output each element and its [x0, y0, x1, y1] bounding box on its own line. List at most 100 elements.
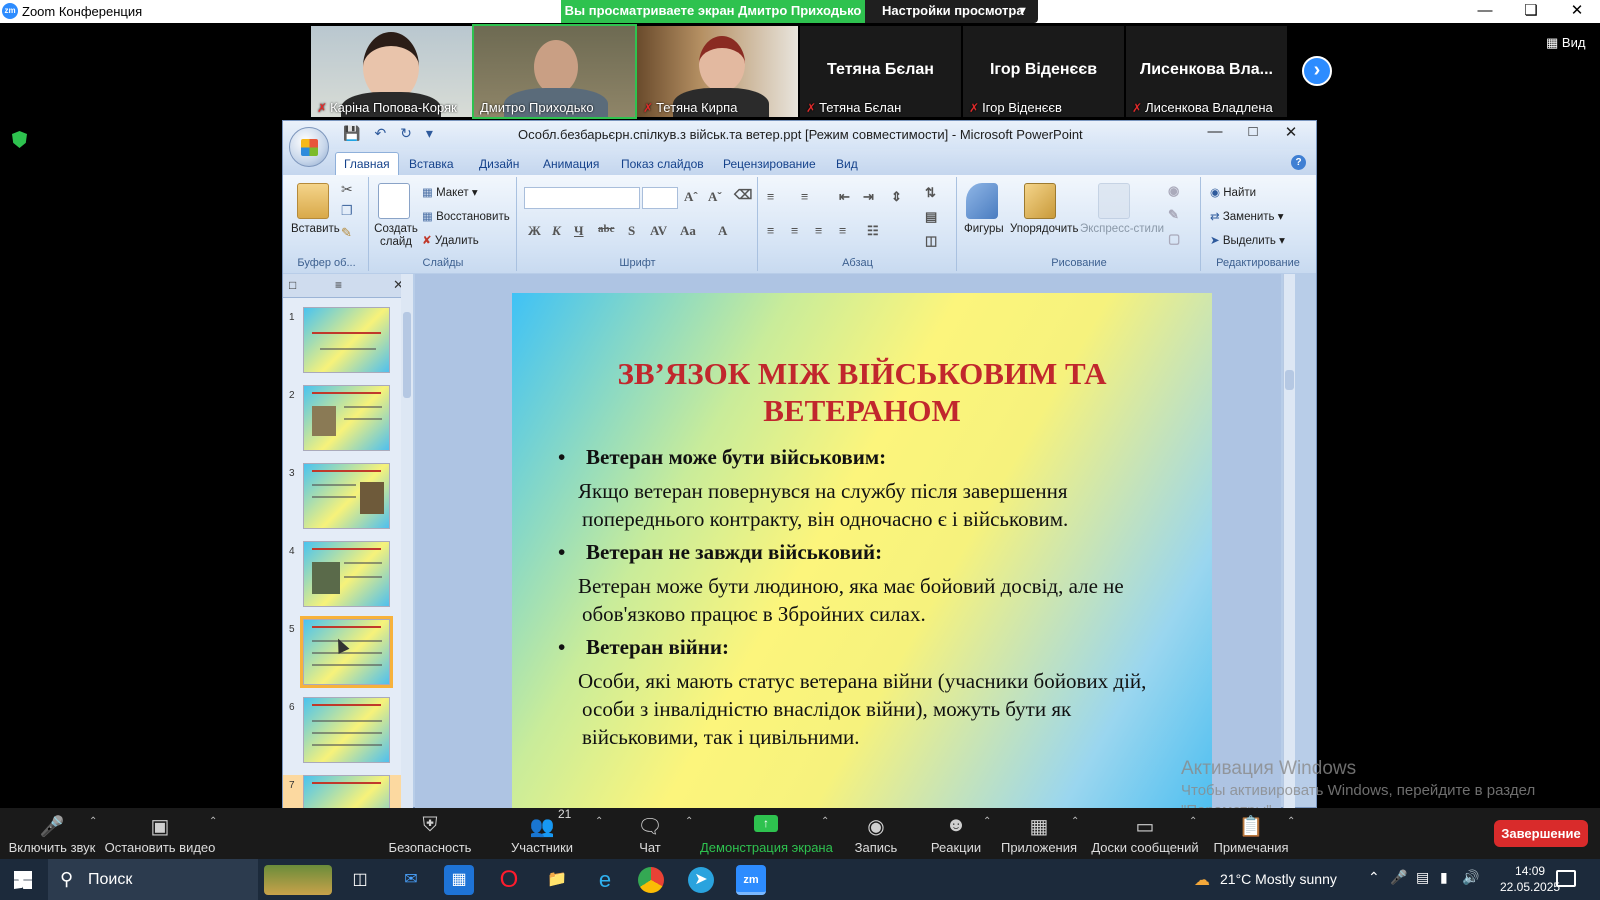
cut-icon[interactable]: ✂ — [341, 181, 353, 198]
quick-styles-button[interactable]: Экспресс-стили — [1080, 223, 1164, 235]
taskbar-search[interactable]: ⚲ Поиск — [48, 859, 258, 900]
decrease-indent-icon[interactable]: ⇤ — [839, 189, 850, 205]
font-color-icon[interactable]: A — [718, 223, 727, 239]
arrange-button[interactable]: Упорядочить — [1010, 223, 1078, 235]
participant-tile[interactable]: Тетяна Бєлан ✗ Тетяна Бєлан — [800, 26, 961, 117]
smartart-icon[interactable]: ◫ — [925, 233, 937, 249]
increase-indent-icon[interactable]: ⇥ — [863, 189, 874, 205]
restore-icon[interactable]: ❏ — [1508, 0, 1554, 23]
slide-thumbnail[interactable] — [303, 463, 390, 529]
spacing-icon[interactable]: AV — [650, 223, 667, 239]
windows-start-icon[interactable] — [14, 871, 32, 889]
slide-thumbnail[interactable] — [303, 541, 390, 607]
ppt-restore-icon[interactable]: □ — [1234, 123, 1272, 140]
encryption-shield-icon[interactable] — [12, 131, 27, 148]
text-direction-icon[interactable]: ⇅ — [925, 185, 936, 201]
system-clock[interactable]: 14:09 22.05.2025 — [1500, 863, 1560, 895]
participant-tile[interactable]: Ігор Віденєєв ✗ Ігор Віденєєв — [963, 26, 1124, 117]
layout-button[interactable]: ▦ Макет ▾ — [422, 185, 478, 199]
participant-tile[interactable]: ✗ Тетяна Кирпа — [637, 26, 798, 117]
chat-button[interactable]: 🗨 Чат — [630, 808, 670, 859]
slide-thumbnail[interactable] — [303, 385, 390, 451]
tab-insert[interactable]: Вставка — [409, 157, 454, 171]
bullets-icon[interactable]: ≡ — [767, 189, 774, 205]
font-name-combo[interactable] — [524, 187, 640, 209]
shape-effects-icon[interactable]: ▢ — [1168, 231, 1180, 247]
search-highlight-icon[interactable] — [264, 865, 332, 895]
tab-animation[interactable]: Анимация — [543, 157, 599, 171]
paste-button[interactable]: Вставить — [291, 223, 340, 235]
weather-text[interactable]: 21°C Mostly sunny — [1220, 871, 1337, 887]
clear-formatting-icon[interactable]: ⌫ — [734, 187, 752, 203]
battery-icon[interactable]: ▮ — [1440, 869, 1448, 886]
stop-video-button[interactable]: ▣ Остановить видео — [104, 808, 216, 859]
strikethrough-icon[interactable]: abc — [598, 223, 615, 235]
redo-icon[interactable]: ↻ — [400, 125, 412, 141]
chat-caret-icon[interactable]: ⌃ — [685, 816, 693, 827]
telegram-icon[interactable]: ➤ — [688, 867, 714, 893]
line-spacing-icon[interactable]: ⇕ — [891, 189, 902, 205]
chrome-icon[interactable] — [638, 867, 664, 893]
reset-button[interactable]: ▦ Восстановить — [422, 209, 510, 223]
network-icon[interactable]: ▤ — [1416, 869, 1429, 886]
whiteboards-caret-icon[interactable]: ⌃ — [1189, 816, 1197, 827]
find-button[interactable]: ◉ Найти — [1210, 185, 1256, 199]
view-button[interactable]: ▦ Вид — [1546, 35, 1585, 51]
share-screen-button[interactable]: ↑ Демонстрация экрана — [700, 808, 833, 859]
end-meeting-button[interactable]: Завершение — [1494, 820, 1588, 847]
office-button[interactable] — [289, 127, 329, 167]
shadow-icon[interactable]: S — [628, 223, 635, 239]
tab-design[interactable]: Дизайн — [479, 157, 519, 171]
video-options-caret-icon[interactable]: ⌃ — [209, 816, 217, 827]
change-case-icon[interactable]: Aa — [680, 223, 696, 239]
italic-icon[interactable]: К — [552, 223, 561, 239]
ppt-minimize-icon[interactable]: — — [1196, 123, 1234, 140]
columns-icon[interactable]: ☷ — [867, 223, 879, 239]
record-button[interactable]: ◉ Запись — [846, 808, 906, 859]
align-left-icon[interactable]: ≡ — [767, 223, 774, 239]
new-slide-button[interactable]: Создать слайд — [374, 223, 418, 249]
slide-thumbnail[interactable] — [303, 775, 390, 809]
participant-tile-active[interactable]: Дмитро Приходько — [472, 24, 637, 119]
thumbnails-scrollbar[interactable] — [401, 274, 413, 809]
paste-icon[interactable] — [297, 183, 329, 219]
opera-icon[interactable]: O — [494, 865, 524, 895]
select-button[interactable]: ➤ Выделить ▾ — [1210, 233, 1285, 247]
quick-styles-icon[interactable] — [1098, 183, 1130, 219]
share-caret-icon[interactable]: ⌃ — [821, 816, 829, 827]
align-text-icon[interactable]: ▤ — [925, 209, 937, 225]
grow-font-icon[interactable]: Aˆ — [684, 189, 698, 205]
notes-caret-icon[interactable]: ⌃ — [1287, 816, 1295, 827]
minimize-icon[interactable]: — — [1462, 0, 1508, 23]
edge-icon[interactable]: e — [590, 865, 620, 895]
participants-button[interactable]: 👥 21 Участники — [506, 807, 578, 859]
slide-thumbnail-selected[interactable] — [300, 616, 393, 688]
tray-expand-icon[interactable]: ⌃ — [1368, 869, 1380, 886]
participants-caret-icon[interactable]: ⌃ — [595, 816, 603, 827]
align-right-icon[interactable]: ≡ — [815, 223, 822, 239]
file-explorer-icon[interactable]: 📁 — [542, 865, 572, 895]
audio-options-caret-icon[interactable]: ⌃ — [89, 816, 97, 827]
shape-fill-icon[interactable]: ◉ — [1168, 183, 1179, 199]
customize-qat-icon[interactable]: ▾ — [426, 125, 433, 141]
participant-tile[interactable]: Лисенкова Вла... ✗ Лисенкова Владлена — [1126, 26, 1287, 117]
zoom-taskbar-icon[interactable]: zm — [736, 865, 766, 895]
next-participants-button[interactable]: › — [1302, 56, 1332, 86]
reactions-caret-icon[interactable]: ⌃ — [983, 816, 991, 827]
tab-slideshow[interactable]: Показ слайдов — [621, 157, 704, 171]
notes-button[interactable]: 📋 Примечания — [1210, 808, 1292, 859]
new-slide-icon[interactable] — [378, 183, 410, 219]
security-button[interactable]: ⛨ Безопасность — [388, 808, 472, 859]
justify-icon[interactable]: ≡ — [839, 223, 846, 239]
tab-review[interactable]: Рецензирование — [723, 157, 816, 171]
shape-outline-icon[interactable]: ✎ — [1168, 207, 1179, 223]
undo-icon[interactable]: ↶ — [374, 125, 386, 141]
slides-tab-icon[interactable]: □ — [289, 278, 296, 292]
apps-caret-icon[interactable]: ⌃ — [1071, 816, 1079, 827]
copy-icon[interactable]: ❐ — [341, 203, 353, 219]
help-icon[interactable]: ? — [1291, 155, 1306, 170]
reactions-button[interactable]: ☻ Реакции — [926, 808, 986, 859]
view-options-dropdown[interactable]: Настройки просмотра ▼ — [865, 0, 1038, 23]
current-slide[interactable]: ЗВ’ЯЗОК МІЖ ВІЙСЬКОВИМ ТА ВЕТЕРАНОМ • Вет… — [512, 293, 1212, 808]
format-painter-icon[interactable]: ✎ — [341, 225, 352, 241]
